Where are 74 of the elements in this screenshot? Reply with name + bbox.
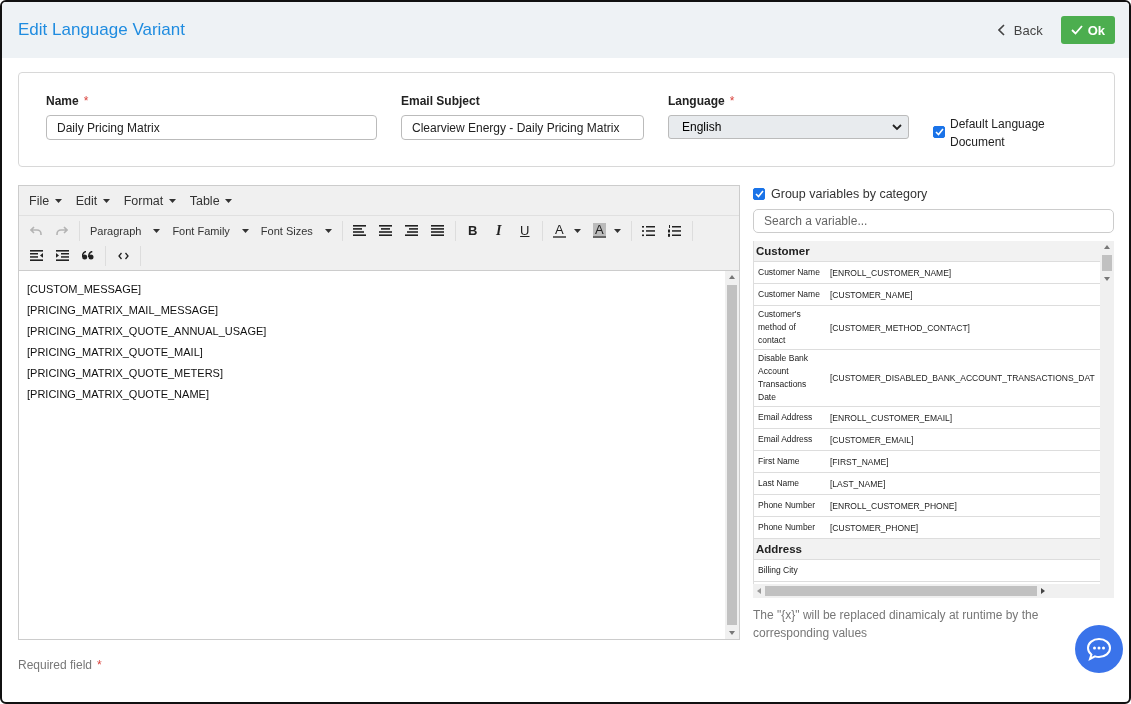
caret-icon [168, 199, 176, 204]
table-cell[interactable]: [ENROLL_CUSTOMER_PHONE] [830, 500, 957, 511]
table-cell-text: Phone Number [758, 499, 817, 512]
table-cell[interactable]: [CUSTOMER_METHOD_CONTACT] [830, 322, 970, 333]
table-cell[interactable]: [FIRST_NAME] [830, 456, 889, 467]
menu-item[interactable]: Table [183, 191, 239, 210]
toolbar-dropdown[interactable]: Font Sizes [254, 224, 338, 237]
table-cell-text: Customer Name [758, 266, 821, 279]
caret-icon [613, 228, 621, 233]
field-label: Language [668, 94, 725, 108]
back-button[interactable]: Back [991, 18, 1049, 42]
required-mark: * [97, 658, 102, 672]
caret-icon [54, 199, 62, 204]
caret-icon [153, 228, 161, 233]
highlight-button[interactable]: A [586, 220, 627, 241]
table-cell-text: First Name [758, 455, 801, 468]
menu-item[interactable]: Edit [69, 191, 116, 210]
email-subject-field[interactable]: Clearview Energy - Daily Pricing Matrix [401, 115, 644, 140]
bold-button[interactable]: B [459, 220, 486, 241]
menu-item[interactable]: File [23, 191, 68, 210]
caret-icon [324, 228, 332, 233]
table-cell[interactable]: [CUSTOMER_DISABLED_BANK_ACCOUNT_TRANSACTIONS_DAT [830, 373, 1095, 383]
required-mark: * [729, 94, 735, 108]
editor-text-line: [PRICING_MATRIX_QUOTE_MAIL] [27, 345, 204, 360]
editor-text-line: [PRICING_MATRIX_MAIL_MESSAGE] [27, 303, 220, 318]
italic-button[interactable]: I [485, 220, 512, 241]
table-cell[interactable]: [CUSTOMER_EMAIL] [830, 434, 914, 445]
name-field[interactable]: Daily Pricing Matrix [46, 115, 377, 140]
table-cell-text: Disable Bank Account Transactions Date [758, 352, 810, 404]
caret-icon [102, 199, 110, 204]
editor-text-line: [PRICING_MATRIX_QUOTE_ANNUAL_USAGE] [27, 324, 268, 339]
table-cell[interactable]: [CUSTOMER_NAME] [830, 289, 913, 300]
table-cell-text: Customer's method of contact [758, 308, 802, 347]
caret-icon [573, 228, 581, 233]
default-document-checkbox[interactable] [933, 126, 945, 138]
table-cell-text: Phone Number [758, 521, 817, 534]
language-select[interactable]: English [668, 115, 909, 139]
editor-text-line: [CUSTOM_MESSAGE] [27, 282, 143, 297]
checkbox-label: Default Language Document [950, 116, 1046, 151]
table-cell[interactable]: [ENROLL_CUSTOMER_NAME] [830, 267, 952, 278]
field-label: Email Subject [401, 94, 480, 108]
table-cell-text: Customer Name [758, 288, 821, 301]
field-label: Name [46, 94, 79, 108]
help-text: The "{x}" will be replaced dinamicaly at runtime by the corresponding values [753, 607, 1040, 642]
editor-scrollbar[interactable] [725, 271, 739, 639]
editor-text-line: [PRICING_MATRIX_QUOTE_NAME] [27, 387, 210, 402]
chat-bubble-icon [1086, 637, 1112, 661]
search-field[interactable]: Search a variable... [753, 209, 1114, 233]
table-cell-text: Email Address [758, 411, 814, 424]
caret-icon [241, 228, 249, 233]
table-cell-text: Billing City [758, 564, 799, 577]
toolbar-dropdown[interactable]: Paragraph [84, 224, 167, 237]
category-header: Address [754, 539, 1100, 560]
chat-button[interactable] [1075, 625, 1123, 673]
chevron-down-icon [892, 123, 902, 131]
check-icon [1070, 25, 1083, 35]
underline-button[interactable]: U [511, 220, 538, 241]
editor-text-line: [PRICING_MATRIX_QUOTE_METERS] [27, 366, 224, 381]
page-title: Edit Language Variant [18, 20, 185, 40]
checkbox-label: Group variables by category [771, 187, 928, 201]
caret-icon [225, 199, 233, 204]
table-cell-text: Email Address [758, 433, 814, 446]
table-cell[interactable]: [CUSTOMER_PHONE] [830, 522, 919, 533]
menu-item[interactable]: Format [117, 191, 182, 210]
category-header: Customer [754, 241, 1100, 262]
group-by-checkbox[interactable] [753, 188, 765, 200]
toolbar-dropdown[interactable]: Font Family [166, 224, 255, 237]
text-color-button[interactable]: A [546, 220, 587, 241]
table-cell[interactable]: [ENROLL_CUSTOMER_EMAIL] [830, 412, 953, 423]
chevron-left-icon [997, 24, 1006, 36]
required-mark: * [83, 94, 89, 108]
table-cell[interactable]: [LAST_NAME] [830, 478, 886, 489]
table-cell-text: Last Name [758, 477, 801, 490]
required-note: Required field [18, 658, 93, 672]
